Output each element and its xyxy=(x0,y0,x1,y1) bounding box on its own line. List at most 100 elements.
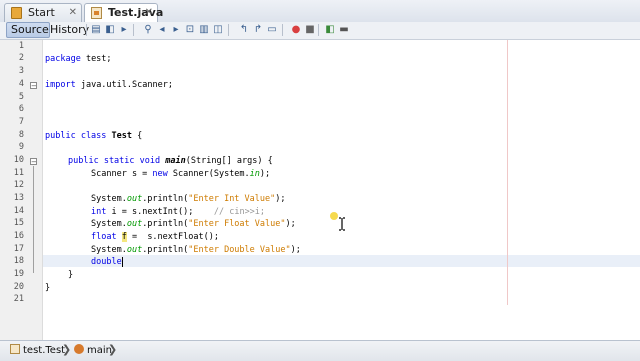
code-line: float f = s.nextFloat(); xyxy=(91,231,219,243)
method-name: main xyxy=(165,156,186,166)
breadcrumb-label: test.Test xyxy=(23,345,66,356)
code-line: import java.util.Scanner; xyxy=(45,79,173,91)
stop-macro-icon[interactable]: ■ xyxy=(304,24,316,35)
java-file-icon xyxy=(91,7,102,19)
line-number: 10 xyxy=(13,155,24,165)
code-line: public class Test { xyxy=(45,130,142,142)
code-text: } xyxy=(45,283,51,293)
code-line: } xyxy=(45,282,50,294)
history-view-button[interactable]: History xyxy=(46,23,90,37)
last-edit-icon[interactable]: ▤ xyxy=(90,24,102,35)
code-text: Scanner s = xyxy=(91,169,153,179)
start-page-icon xyxy=(11,7,22,19)
tab-start-page[interactable]: Start Page ✕ xyxy=(4,3,82,37)
keyword: public class xyxy=(45,131,107,141)
editor-toolbar: Source History ▤ ◧ ▸ ⚲ ◂ ▸ ⊡ ▥ ◫ ↰ ↱ ▭ ●… xyxy=(0,22,640,40)
method-icon xyxy=(74,344,84,354)
line-number-gutter: 1 2 3 4 5 6 7 8 9 10 11 12 13 14 15 16 1… xyxy=(0,40,43,340)
code-line: Scanner s = new Scanner(System.in); xyxy=(91,168,270,180)
code-text: = s.nextFloat(); xyxy=(126,232,219,242)
toggle-bookmark-icon[interactable]: ▭ xyxy=(266,24,278,35)
code-line: int i = s.nextInt(); // cin>>i; xyxy=(91,206,265,218)
line-number: 12 xyxy=(13,180,24,190)
keyword: double xyxy=(91,257,122,267)
line-number: 6 xyxy=(18,104,24,114)
code-text: (String[] args) { xyxy=(185,156,273,166)
fold-toggle-icon[interactable]: − xyxy=(30,82,37,90)
toggle-highlight-icon[interactable]: ▥ xyxy=(198,24,210,35)
toolbar-separator xyxy=(318,24,319,36)
next-bookmark-icon[interactable]: ↱ xyxy=(252,24,264,35)
close-tab-icon[interactable]: ✕ xyxy=(145,4,153,22)
class-icon xyxy=(10,344,20,354)
line-number: 18 xyxy=(13,256,24,266)
code-text: System. xyxy=(91,219,127,229)
code-line: System.out.println("Enter Float Value"); xyxy=(91,218,296,230)
code-text: System. xyxy=(91,245,127,255)
line-number: 11 xyxy=(13,168,24,178)
breadcrumb-method[interactable]: main xyxy=(74,344,112,358)
line-number: 21 xyxy=(13,294,24,304)
comment: // cin>>i; xyxy=(213,207,266,217)
code-text: ); xyxy=(290,245,301,255)
code-text: .println( xyxy=(142,245,189,255)
text-cursor-icon xyxy=(339,217,345,231)
comment-icon[interactable]: ▬ xyxy=(338,24,350,35)
find-icon[interactable]: ⚲ xyxy=(142,24,154,35)
line-number: 16 xyxy=(13,231,24,241)
keyword: float xyxy=(91,232,117,242)
start-macro-icon[interactable]: ● xyxy=(290,24,302,35)
line-number: 8 xyxy=(18,130,24,140)
toolbar-separator xyxy=(86,24,87,36)
line-number: 9 xyxy=(18,142,24,152)
code-text: = s.nextInt(); xyxy=(116,207,194,217)
code-text: .println( xyxy=(142,194,189,204)
static-field: in xyxy=(249,169,260,179)
find-previous-icon[interactable]: ◂ xyxy=(156,24,168,35)
static-field: out xyxy=(126,194,143,204)
chevron-right-icon: ❯ xyxy=(62,343,72,356)
previous-bookmark-icon[interactable]: ↰ xyxy=(238,24,250,35)
line-number: 15 xyxy=(13,218,24,228)
keyword: new xyxy=(152,169,168,179)
line-number: 7 xyxy=(18,117,24,127)
string-literal: "Enter Int Value" xyxy=(188,194,276,204)
forward-icon[interactable]: ▸ xyxy=(118,24,130,35)
toolbar-separator xyxy=(228,24,229,36)
find-next-icon[interactable]: ▸ xyxy=(170,24,182,35)
source-view-button[interactable]: Source xyxy=(6,22,50,38)
find-selection-icon[interactable]: ⊡ xyxy=(184,24,196,35)
code-text: java.util.Scanner; xyxy=(75,80,173,90)
fold-toggle-icon[interactable]: − xyxy=(30,158,37,166)
code-text: System. xyxy=(91,194,127,204)
shift-left-icon[interactable]: ◧ xyxy=(324,24,336,35)
line-number: 5 xyxy=(18,92,24,102)
back-icon[interactable]: ◧ xyxy=(104,24,116,35)
line-number: 19 xyxy=(13,269,24,279)
keyword: public static void xyxy=(68,156,161,166)
keyword: package xyxy=(45,54,81,64)
tab-test-java[interactable]: Test.java ✕ xyxy=(84,3,163,23)
mouse-highlight xyxy=(330,212,338,220)
static-field: out xyxy=(126,219,143,229)
fold-guide xyxy=(33,166,34,273)
line-number: 1 xyxy=(18,41,24,51)
close-tab-icon[interactable]: ✕ xyxy=(69,4,77,22)
code-text: test; xyxy=(80,54,112,64)
keyword: int xyxy=(91,207,107,217)
keyword: import xyxy=(45,80,76,90)
class-name: Test xyxy=(106,131,133,141)
string-literal: "Enter Double Value" xyxy=(188,245,291,255)
chevron-right-icon: ❯ xyxy=(108,343,118,356)
line-number: 13 xyxy=(13,193,24,203)
breadcrumb-class[interactable]: test.Test xyxy=(10,344,65,358)
code-line: System.out.println("Enter Int Value"); xyxy=(91,193,286,205)
code-line: System.out.println("Enter Double Value")… xyxy=(91,244,301,256)
code-editor[interactable]: package test; import java.util.Scanner; … xyxy=(45,40,635,340)
toolbar-separator xyxy=(282,24,283,36)
line-number: 20 xyxy=(13,282,24,292)
code-text: ); xyxy=(285,219,296,229)
code-text: } xyxy=(68,270,74,280)
code-text: ); xyxy=(275,194,286,204)
toggle-rect-selection-icon[interactable]: ◫ xyxy=(212,24,224,35)
